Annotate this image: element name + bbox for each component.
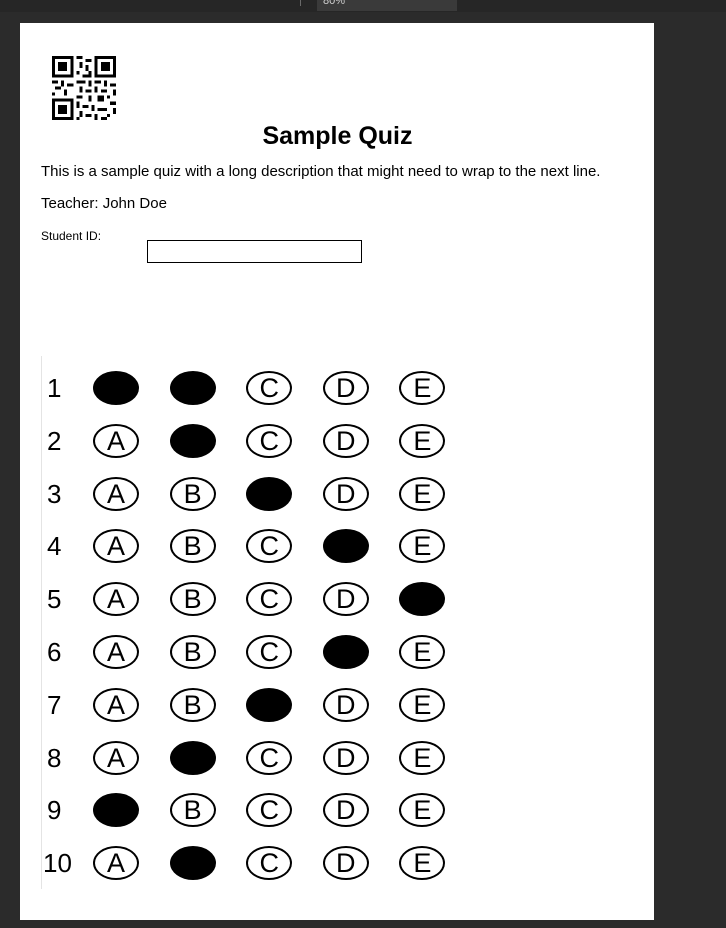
answer-bubble-b[interactable]: B (169, 582, 216, 617)
answer-bubble-d[interactable]: D (322, 529, 369, 564)
question-number: 1 (47, 373, 62, 403)
answer-bubble-d[interactable]: D (322, 793, 369, 828)
answer-bubble-b[interactable]: B (169, 793, 216, 828)
answer-bubble-b[interactable]: B (169, 846, 216, 881)
answer-bubble-e[interactable]: E (399, 423, 446, 458)
question-number: 10 (43, 848, 72, 879)
answer-bubble-c[interactable]: C (246, 371, 293, 405)
answer-bubble-b[interactable]: B (169, 423, 216, 458)
answer-bubble-d[interactable]: D (322, 582, 369, 617)
viewer-toolbar: 80% (0, 0, 726, 12)
answer-bubble-e[interactable]: E (399, 371, 446, 405)
answer-bubble-b[interactable]: B (169, 529, 216, 564)
answer-bubble-c[interactable]: C (246, 793, 293, 828)
question-number: 9 (47, 795, 62, 826)
answer-bubble-d[interactable]: D (322, 476, 369, 511)
answer-bubble-a[interactable]: A (93, 423, 139, 458)
answer-grid: 1ABCDE2ABCDE3ABCDE4ABCDE5ABCDE6ABCDE7ABC… (20, 23, 654, 920)
question-number: 4 (47, 531, 62, 562)
answer-bubble-c[interactable]: C (246, 423, 293, 458)
answer-bubble-e[interactable]: E (399, 740, 446, 775)
answer-bubble-e[interactable]: E (399, 793, 446, 828)
answer-bubble-a[interactable]: A (93, 635, 139, 669)
question-number: 2 (47, 425, 62, 456)
question-number: 7 (47, 689, 62, 720)
quiz-page: Sample Quiz This is a sample quiz with a… (20, 23, 654, 920)
answer-bubble-b[interactable]: B (169, 371, 216, 405)
answer-bubble-e[interactable]: E (399, 476, 446, 511)
answer-bubble-d[interactable]: D (322, 371, 369, 405)
toolbar-separator (300, 0, 301, 6)
answer-bubble-b[interactable]: B (169, 687, 216, 722)
zoom-level-field[interactable]: 80% (317, 0, 457, 11)
answer-bubble-c[interactable]: C (246, 529, 293, 564)
answer-bubble-d[interactable]: D (322, 846, 369, 881)
answer-bubble-b[interactable]: B (169, 635, 216, 669)
answer-bubble-c[interactable]: C (246, 635, 293, 669)
answer-bubble-a[interactable]: A (93, 371, 139, 405)
answer-bubble-d[interactable]: D (322, 635, 369, 669)
question-number: 3 (47, 478, 62, 509)
question-number: 6 (47, 637, 62, 667)
answer-bubble-c[interactable]: C (246, 846, 293, 881)
answer-bubble-e[interactable]: E (399, 635, 446, 669)
answer-bubble-a[interactable]: A (93, 476, 139, 511)
answer-bubble-c[interactable]: C (246, 476, 293, 511)
answer-bubble-c[interactable]: C (246, 687, 293, 722)
answer-bubble-a[interactable]: A (93, 529, 139, 564)
answer-bubble-a[interactable]: A (93, 687, 139, 722)
answer-bubble-e[interactable]: E (399, 846, 446, 881)
answer-bubble-a[interactable]: A (93, 846, 139, 881)
answer-bubble-d[interactable]: D (322, 740, 369, 775)
answer-bubble-d[interactable]: D (322, 687, 369, 722)
answer-bubble-e[interactable]: E (399, 582, 446, 617)
answer-bubble-a[interactable]: A (93, 740, 139, 775)
answer-bubble-a[interactable]: A (93, 793, 139, 828)
answer-bubble-b[interactable]: B (169, 476, 216, 511)
answer-bubble-c[interactable]: C (246, 582, 293, 617)
answer-bubble-e[interactable]: E (399, 687, 446, 722)
question-number: 8 (47, 742, 62, 773)
question-number: 5 (47, 584, 62, 615)
answer-bubble-c[interactable]: C (246, 740, 293, 775)
answer-bubble-a[interactable]: A (93, 582, 139, 617)
answer-bubble-b[interactable]: B (169, 740, 216, 775)
answer-bubble-e[interactable]: E (399, 529, 446, 564)
answer-bubble-d[interactable]: D (322, 423, 369, 458)
